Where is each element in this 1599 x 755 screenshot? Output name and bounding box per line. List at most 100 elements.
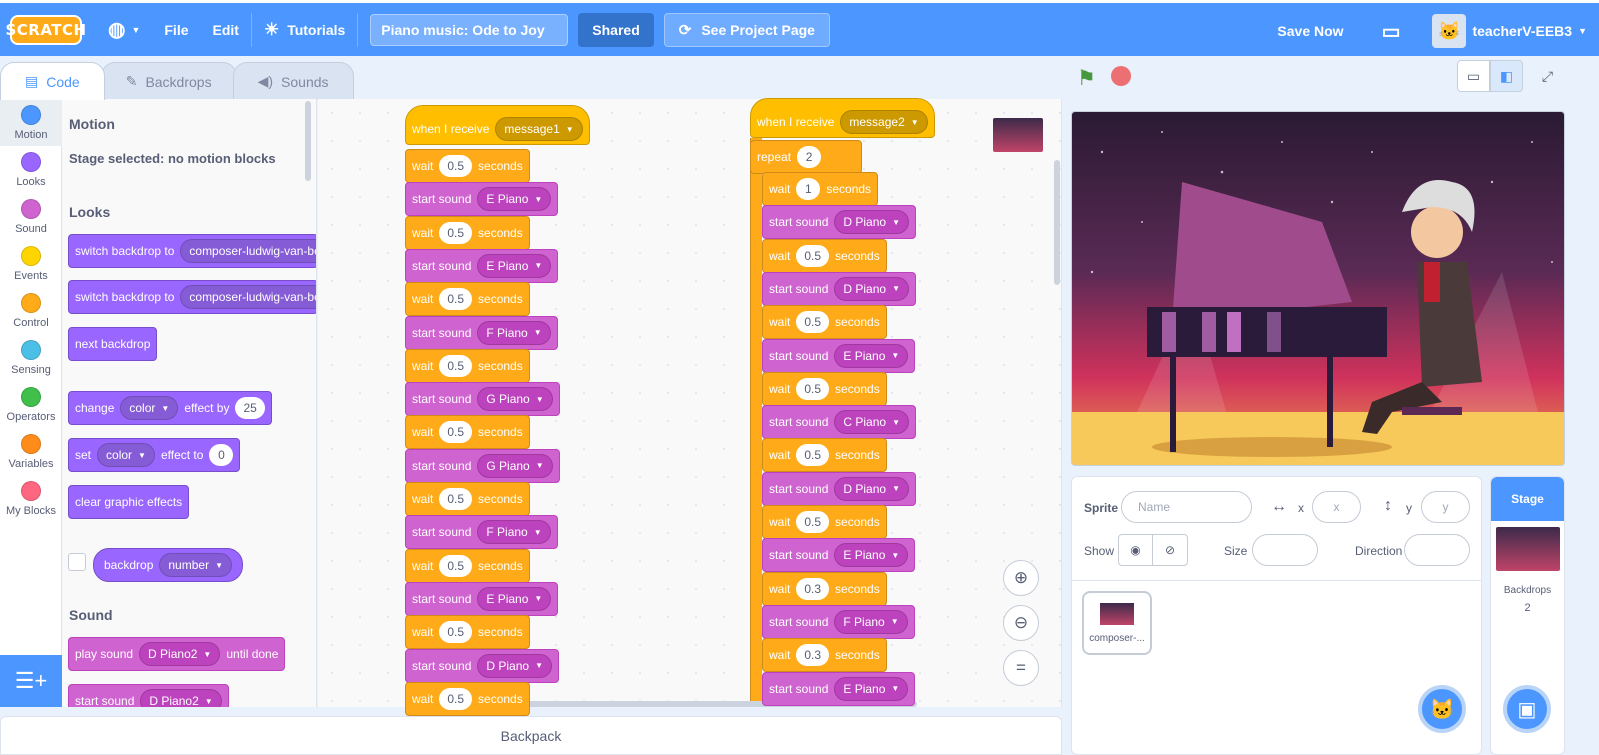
block-wait[interactable]: wait 0.5 seconds <box>405 681 530 716</box>
block-switch-backdrop[interactable]: switch backdrop to composer-ludwig-van-b… <box>68 234 316 268</box>
block-start-sound[interactable]: start sound F Piano ▼ <box>405 515 558 550</box>
tutorials-button[interactable]: ☀ Tutorials <box>252 2 357 58</box>
block-start-sound[interactable]: start sound F Piano ▼ <box>762 604 915 639</box>
block-wait[interactable]: wait 0.5 seconds <box>405 149 530 183</box>
number-input[interactable]: 0 <box>209 444 234 466</box>
backpack[interactable]: Backpack <box>0 716 1062 755</box>
message-dropdown[interactable]: message2 ▼ <box>840 110 928 134</box>
sound-dropdown[interactable]: E Piano ▼ <box>834 543 909 568</box>
number-input[interactable]: 0.3 <box>796 577 830 600</box>
block-start-sound[interactable]: start sound E Piano ▼ <box>762 671 916 706</box>
sound-dropdown[interactable]: G Piano ▼ <box>477 387 553 412</box>
zoom-out-button[interactable]: ⊖ <box>1003 605 1039 641</box>
number-input[interactable]: 0.5 <box>796 377 830 400</box>
effect-dropdown[interactable]: color ▼ <box>97 443 155 467</box>
sound-dropdown[interactable]: D Piano2 ▼ <box>139 642 221 666</box>
sound-dropdown[interactable]: C Piano ▼ <box>834 410 909 435</box>
block-play-sound-until-done[interactable]: play sound D Piano2 ▼ until done <box>68 637 286 671</box>
sound-dropdown[interactable]: F Piano ▼ <box>477 520 551 545</box>
block-wait[interactable]: wait 0.5 seconds <box>405 282 530 317</box>
block-wait[interactable]: wait 0.5 seconds <box>762 505 887 539</box>
block-start-sound[interactable]: start sound E Piano ▼ <box>405 182 559 217</box>
block-repeat[interactable]: repeat 2 <box>750 140 862 174</box>
sound-dropdown[interactable]: F Piano ▼ <box>834 609 908 634</box>
block-wait[interactable]: wait 0.5 seconds <box>762 371 887 406</box>
zoom-in-button[interactable]: ⊕ <box>1003 560 1039 596</box>
zoom-reset-button[interactable]: = <box>1003 650 1039 686</box>
number-input[interactable]: 0.5 <box>439 621 473 644</box>
block-start-sound[interactable]: start sound G Piano ▼ <box>405 382 560 417</box>
direction-input[interactable] <box>1404 534 1470 566</box>
file-menu[interactable]: File <box>152 2 200 58</box>
account-menu[interactable]: 🐱 teacherV-EEB3 ▼ <box>1432 3 1599 59</box>
size-input[interactable] <box>1252 534 1318 566</box>
show-hidden-button[interactable]: ⊘ <box>1152 534 1188 566</box>
category-sound[interactable]: Sound <box>0 193 62 240</box>
y-input[interactable]: y <box>1421 491 1470 523</box>
block-wait[interactable]: wait 1 seconds <box>762 172 879 206</box>
sprite-thumbnail[interactable]: composer-... <box>1082 591 1152 655</box>
number-input[interactable]: 0.5 <box>796 444 830 467</box>
block-start-sound[interactable]: start sound D Piano ▼ <box>762 271 916 306</box>
number-input[interactable]: 0.5 <box>439 488 473 510</box>
message-dropdown[interactable]: message1 ▼ <box>495 117 583 141</box>
block-start-sound[interactable]: start sound G Piano ▼ <box>405 448 560 483</box>
monitor-checkbox[interactable] <box>68 553 86 571</box>
sound-dropdown[interactable]: G Piano ▼ <box>477 453 553 478</box>
project-title-input[interactable]: Piano music: Ode to Joy <box>370 13 569 46</box>
stage-selector[interactable]: Stage Backdrops 2 ▣ <box>1490 476 1565 755</box>
block-wait[interactable]: wait 0.5 seconds <box>762 238 887 273</box>
stage-canvas[interactable] <box>1071 111 1565 466</box>
tab-code[interactable]: ▤ Code <box>0 62 105 100</box>
number-input[interactable]: 0.5 <box>796 511 830 533</box>
sound-dropdown[interactable]: E Piano ▼ <box>477 253 552 278</box>
my-stuff-button[interactable]: ▭ <box>1370 3 1413 59</box>
block-set-effect[interactable]: set color ▼ effect to 0 <box>68 438 241 472</box>
block-start-sound[interactable]: start sound C Piano ▼ <box>762 405 916 440</box>
see-project-page-button[interactable]: ⟳ See Project Page <box>663 12 830 47</box>
workspace-scrollbar-vertical[interactable] <box>1054 160 1060 285</box>
category-control[interactable]: Control <box>0 287 62 334</box>
number-input[interactable]: 0.5 <box>439 221 473 244</box>
block-wait[interactable]: wait 0.5 seconds <box>762 438 887 473</box>
shared-button[interactable]: Shared <box>578 12 654 47</box>
edit-menu[interactable]: Edit <box>201 2 251 58</box>
scratch-logo[interactable]: SCRATCH <box>5 14 86 45</box>
sound-dropdown[interactable]: D Piano2 ▼ <box>140 689 222 707</box>
category-looks[interactable]: Looks <box>0 146 62 193</box>
number-input[interactable]: 0.3 <box>796 644 830 667</box>
repeat-count-input[interactable]: 2 <box>797 146 822 168</box>
green-flag-icon[interactable]: ⚑ <box>1077 66 1096 91</box>
choose-sprite-button[interactable]: 🐱 <box>1418 685 1466 733</box>
sound-dropdown[interactable]: E Piano ▼ <box>834 676 909 701</box>
block-wait[interactable]: wait 0.5 seconds <box>405 415 530 450</box>
block-wait[interactable]: wait 0.5 seconds <box>405 348 530 383</box>
sound-dropdown[interactable]: E Piano ▼ <box>477 187 552 212</box>
number-input[interactable]: 1 <box>796 178 821 200</box>
sound-dropdown[interactable]: D Piano ▼ <box>477 653 552 678</box>
block-wait[interactable]: wait 0.5 seconds <box>405 215 530 250</box>
sound-dropdown[interactable]: F Piano ▼ <box>477 320 551 345</box>
block-start-sound[interactable]: start sound F Piano ▼ <box>405 315 558 350</box>
backdrop-attr-dropdown[interactable]: number ▼ <box>159 553 232 577</box>
category-variables[interactable]: Variables <box>0 428 62 475</box>
backdrop-dropdown[interactable]: composer-ludwig-van-beeth <box>180 285 316 309</box>
save-now-button[interactable]: Save Now <box>1265 3 1355 59</box>
sound-dropdown[interactable]: D Piano ▼ <box>834 210 909 235</box>
block-wait[interactable]: wait 0.5 seconds <box>405 615 530 650</box>
category-motion[interactable]: Motion <box>0 99 62 146</box>
category-events[interactable]: Events <box>0 240 62 287</box>
sound-dropdown[interactable]: E Piano ▼ <box>834 343 909 368</box>
sprite-name-input[interactable]: Name <box>1121 491 1252 523</box>
block-clear-effects[interactable]: clear graphic effects <box>68 485 190 519</box>
category-operators[interactable]: Operators <box>0 381 62 428</box>
sound-dropdown[interactable]: E Piano ▼ <box>477 586 552 611</box>
backdrop-dropdown[interactable]: composer-ludwig-van-beeth <box>180 239 316 263</box>
small-stage-button[interactable]: ▭ <box>1457 60 1490 92</box>
block-change-effect[interactable]: change color ▼ effect by 25 <box>68 391 272 425</box>
block-wait[interactable]: wait 0.5 seconds <box>405 482 530 516</box>
block-start-sound[interactable]: start sound D Piano ▼ <box>762 471 916 506</box>
stop-sign-icon[interactable] <box>1111 66 1131 86</box>
effect-dropdown[interactable]: color ▼ <box>120 396 179 420</box>
number-input[interactable]: 0.5 <box>439 687 473 710</box>
